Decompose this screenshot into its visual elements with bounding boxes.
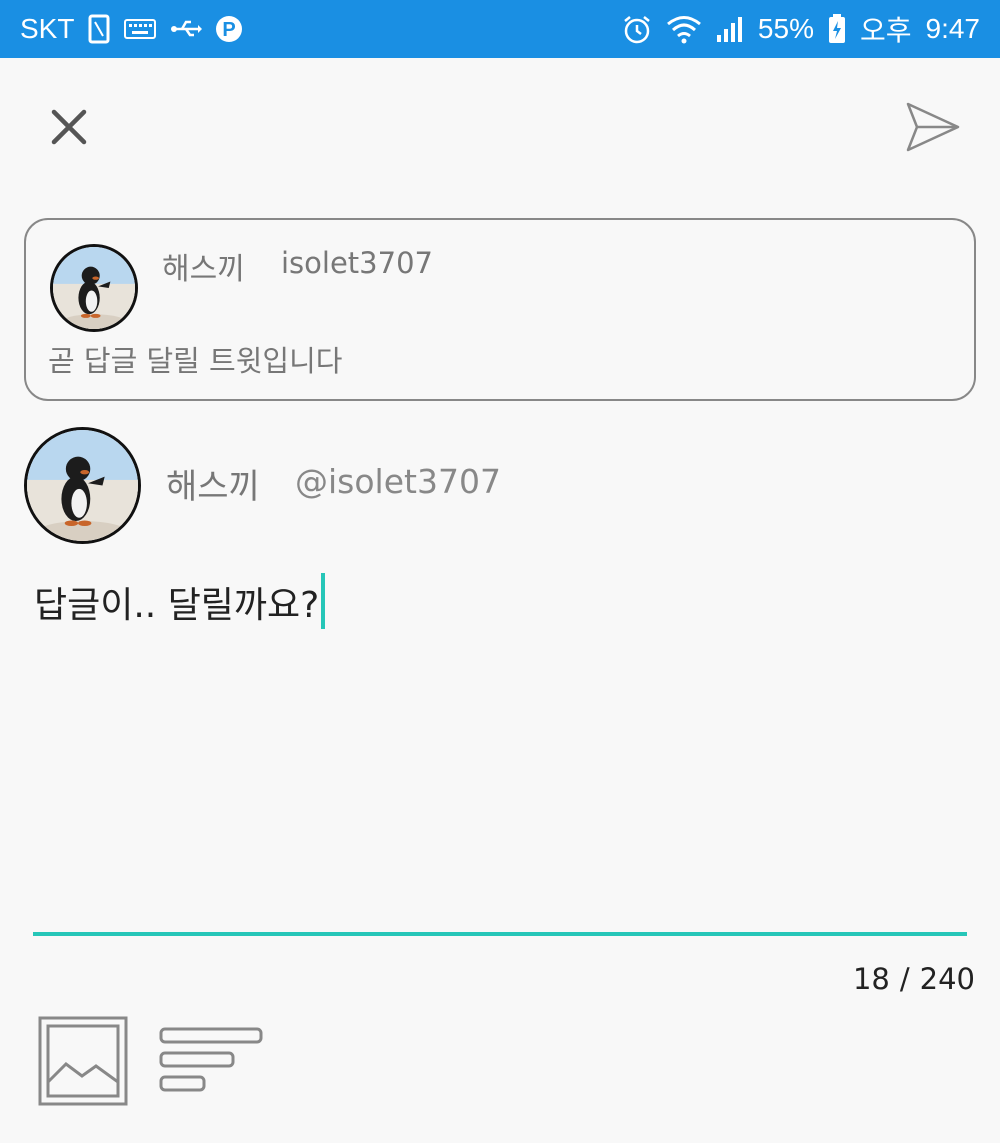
compose-text: 답글이.. 달릴까요? (34, 585, 320, 626)
clock-time: 9:47 (925, 13, 981, 44)
compose-text-input[interactable]: 답글이.. 달릴까요? (34, 573, 966, 934)
send-icon (906, 102, 959, 152)
text-format-icon (159, 1027, 263, 1092)
signal-icon (716, 15, 744, 43)
sim-card-icon (88, 14, 110, 44)
char-max: 240 (919, 962, 975, 996)
char-counter-separator: / (899, 962, 910, 996)
quoted-handle: isolet3707 (281, 246, 433, 280)
keyboard-icon (124, 19, 157, 39)
text-caret (321, 573, 326, 629)
author-avatar (24, 427, 141, 544)
alarm-icon (622, 14, 652, 44)
p-badge-letter: P (223, 19, 236, 41)
carrier-label: SKT (20, 13, 75, 44)
char-count: 18 (852, 962, 890, 996)
text-format-button[interactable] (158, 1026, 264, 1096)
p-app-icon: P (216, 14, 243, 44)
time-ampm: 오후 (859, 15, 912, 46)
battery-percent: 55% (757, 13, 814, 44)
status-bar-left: SKT P (20, 13, 243, 45)
quoted-tweet-avatar (50, 244, 138, 332)
battery-charging-icon (828, 14, 846, 44)
quoted-tweet-card: 해스끼 isolet3707 곧 답글 달릴 트윗입니다 (24, 218, 976, 401)
image-icon (38, 1016, 128, 1106)
status-bar: SKT P 55% 오후 9:47 (0, 0, 1000, 58)
wifi-icon (666, 14, 702, 44)
status-bar-right: 55% 오후 9:47 (622, 9, 980, 49)
close-button[interactable] (40, 98, 98, 156)
attach-image-button[interactable] (38, 1016, 128, 1106)
character-counter: 18 / 240 (853, 962, 975, 996)
compose-underline (33, 932, 967, 936)
quoted-display-name: 해스끼 (162, 252, 245, 287)
usb-icon (170, 18, 203, 40)
close-icon (51, 109, 87, 145)
author-display-name: 해스끼 (166, 467, 260, 507)
quoted-tweet-text: 곧 답글 달릴 트윗입니다 (48, 344, 343, 378)
author-handle: @isolet3707 (295, 462, 501, 501)
send-button[interactable] (895, 92, 970, 162)
